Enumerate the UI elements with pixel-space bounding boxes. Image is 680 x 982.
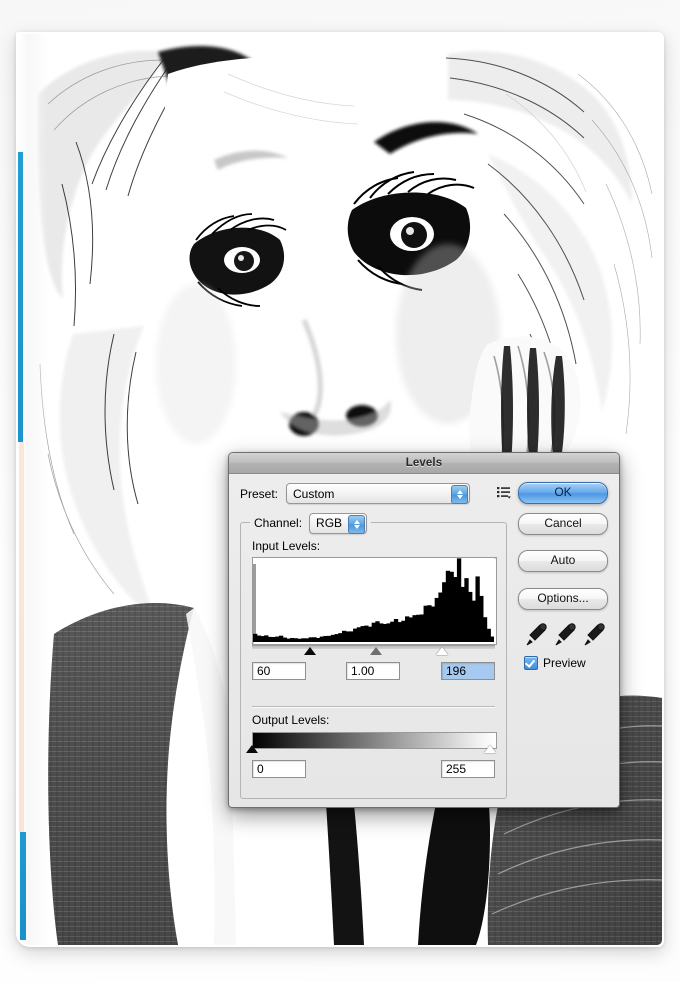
set-gray-point-eyedropper-icon [555,623,576,646]
set-black-point-eyedropper-icon [526,623,547,646]
channel-stepper-icon[interactable] [348,514,366,534]
channel-group-box: Channel: RGB Input Levels: 60 1.00 196 O… [240,512,507,799]
section-divider [252,706,495,708]
ok-button[interactable]: OK [518,482,608,504]
output-black-marker[interactable] [246,745,258,753]
preview-checkbox[interactable] [524,656,538,670]
input-levels-label: Input Levels: [252,539,321,553]
channel-value: RGB [316,516,343,530]
photo-blue-edge-bottom [20,832,26,940]
preset-value: Custom [293,486,335,501]
photo-peach-edge-middle [19,442,24,832]
set-white-point-eyedropper-icon [584,623,605,646]
preview-label: Preview [543,656,586,670]
dialog-body: Preset: Custom OK Cancel Auto Options...… [229,474,619,807]
dialog-titlebar[interactable]: Levels [229,453,619,474]
input-white-point-marker[interactable] [435,647,448,655]
dialog-title: Levels [405,457,443,469]
input-black-point-marker[interactable] [304,647,317,655]
options-button[interactable]: Options... [518,588,608,610]
input-highlight-field[interactable]: 196 [441,662,495,680]
input-histogram[interactable] [252,557,497,645]
output-levels-label: Output Levels: [252,713,330,727]
preset-options-menu-icon[interactable] [497,486,511,499]
input-shadow-field[interactable]: 60 [252,662,306,680]
levels-dialog: Levels Preset: Custom OK Cancel Auto Opt… [228,452,620,808]
photo-blue-edge-top [18,152,23,442]
channel-label: Channel: [254,516,303,530]
output-black-field[interactable]: 0 [252,760,306,778]
output-white-field[interactable]: 255 [441,760,495,778]
preset-stepper-icon[interactable] [451,485,469,504]
output-white-marker[interactable] [484,745,496,753]
channel-row: Channel: RGB [250,512,372,534]
preset-dropdown[interactable]: Custom [286,483,471,504]
input-midtone-marker[interactable] [369,647,382,655]
preset-label: Preset: [240,486,279,501]
eyedropper-group [526,623,605,646]
cancel-button[interactable]: Cancel [518,513,608,535]
channel-dropdown[interactable]: RGB [309,512,368,534]
preview-row[interactable]: Preview [524,656,586,670]
input-midtone-field[interactable]: 1.00 [346,662,400,680]
preset-row: Preset: Custom [240,483,510,504]
histogram-plot [253,558,494,642]
screenshot-root: Levels Preset: Custom OK Cancel Auto Opt… [0,0,680,982]
output-gradient-bar[interactable] [252,732,497,749]
auto-button[interactable]: Auto [518,550,608,572]
